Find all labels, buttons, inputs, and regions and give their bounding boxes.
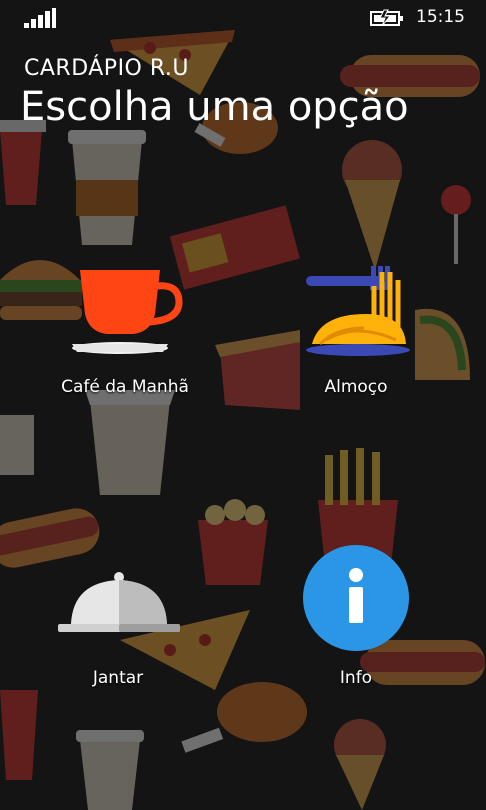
soda-cup-icon xyxy=(0,690,38,780)
ice-cream-icon xyxy=(342,140,402,270)
popcorn-icon xyxy=(198,499,268,585)
hot-dog-icon xyxy=(0,508,100,568)
lunch-label: Almoço xyxy=(324,377,388,397)
status-time: 15:15 xyxy=(416,7,465,27)
coffee-cup-icon xyxy=(72,270,183,354)
lollipop-icon xyxy=(441,185,471,264)
info-button[interactable]: Info xyxy=(276,542,436,702)
lunch-button[interactable]: Almoço xyxy=(276,262,436,422)
coffee-cup-icon xyxy=(68,130,146,245)
info-label: Info xyxy=(339,668,373,688)
battery-charging-icon xyxy=(370,9,403,27)
app-title: CARDÁPIO R.U xyxy=(24,56,189,81)
coffee-cup-icon xyxy=(0,415,34,475)
signal-bars-icon xyxy=(24,8,56,28)
soda-cup-icon xyxy=(0,120,46,205)
breakfast-label: Café da Manhã xyxy=(61,377,189,397)
status-bar: 15:15 xyxy=(0,0,486,34)
dinner-button[interactable]: Jantar xyxy=(38,564,198,724)
dinner-label: Jantar xyxy=(92,668,144,688)
coffee-cup-icon xyxy=(76,730,144,810)
info-icon xyxy=(303,545,409,651)
breakfast-button[interactable]: Café da Manhã xyxy=(45,262,205,422)
ice-cream-icon xyxy=(334,719,386,810)
page-title: Escolha uma opção xyxy=(20,84,409,130)
pasta-fork-icon xyxy=(306,266,410,356)
cloche-icon xyxy=(58,572,180,632)
